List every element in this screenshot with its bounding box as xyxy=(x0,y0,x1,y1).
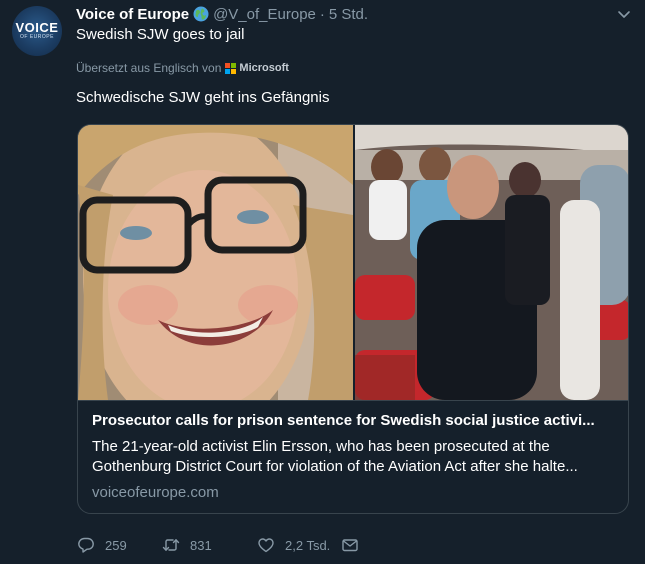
microsoft-logo-icon xyxy=(225,62,237,74)
tweet-timestamp[interactable]: 5 Std. xyxy=(329,6,368,23)
retweet-button[interactable]: 831 xyxy=(162,536,257,554)
translator-name: Microsoft xyxy=(239,62,289,74)
card-title[interactable]: Prosecutor calls for prison sentence for… xyxy=(92,411,616,431)
card-description-line: Gothenburg District Court for violation … xyxy=(92,458,578,475)
card-body: Prosecutor calls for prison sentence for… xyxy=(78,400,628,513)
translation-notice: Übersetzt aus Englisch von Microsoft xyxy=(76,61,289,75)
card-description: The 21-year-old activist Elin Ersson, wh… xyxy=(92,437,616,477)
translation-label: Übersetzt aus Englisch von xyxy=(76,61,222,75)
tweet-translation: Schwedische SJW geht ins Gefängnis xyxy=(76,89,330,106)
tweet-header: Voice of Europe @V_of_Europe · 5 Std. xyxy=(76,5,368,23)
reply-count: 259 xyxy=(105,537,127,553)
envelope-icon xyxy=(342,539,358,552)
chevron-down-icon[interactable] xyxy=(616,6,632,22)
heart-icon xyxy=(258,538,274,553)
header-separator: · xyxy=(319,5,325,23)
retweet-count: 831 xyxy=(190,537,212,553)
reply-button[interactable]: 259 xyxy=(77,536,162,554)
card-domain-link[interactable]: voiceofeurope.com xyxy=(92,483,616,503)
card-description-line: The 21-year-old activist Elin Ersson, wh… xyxy=(92,438,550,455)
avatar-logo-subtext: OF EUROPE xyxy=(20,34,54,40)
share-button[interactable] xyxy=(341,536,359,554)
globe-icon xyxy=(193,6,209,22)
reply-icon xyxy=(78,537,94,553)
tweet-actions: 259 831 2,2 Tsd. xyxy=(77,536,359,554)
card-image-airplane xyxy=(355,125,628,400)
tweet[interactable]: VOICE OF EUROPE Voice of Europe @V_of_Eu… xyxy=(0,0,645,564)
card-image-portrait xyxy=(78,125,353,400)
like-button[interactable]: 2,2 Tsd. xyxy=(257,536,341,554)
author-handle[interactable]: @V_of_Europe xyxy=(213,6,316,23)
tweet-text: Swedish SJW goes to jail xyxy=(76,26,245,43)
avatar-logo-text: VOICE xyxy=(15,20,59,35)
avatar[interactable]: VOICE OF EUROPE xyxy=(12,6,62,56)
card-images xyxy=(78,125,628,400)
link-card[interactable]: Prosecutor calls for prison sentence for… xyxy=(77,124,629,514)
retweet-icon xyxy=(162,539,180,551)
author-name[interactable]: Voice of Europe xyxy=(76,6,189,23)
like-count: 2,2 Tsd. xyxy=(285,537,331,553)
